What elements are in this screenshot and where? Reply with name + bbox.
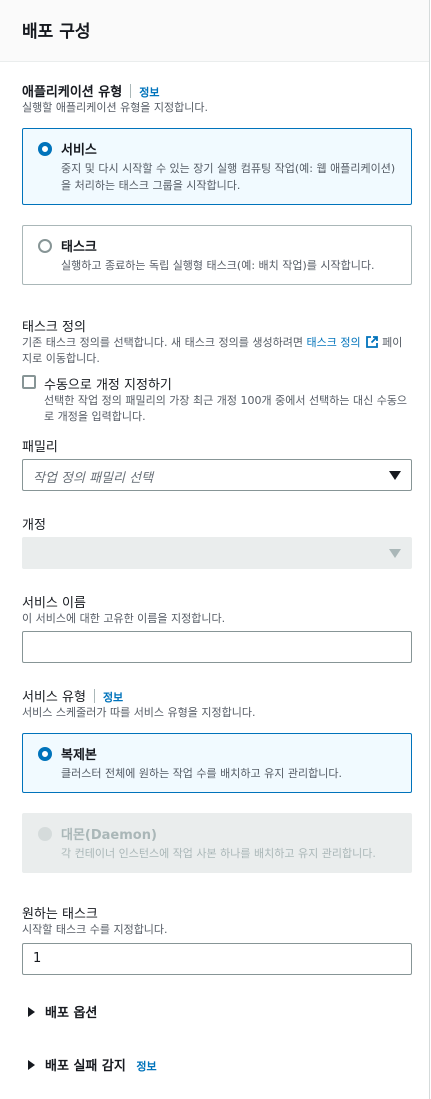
failure-detection-label: 배포 실패 감지: [45, 1059, 126, 1074]
service-type-label: 서비스 유형: [22, 690, 86, 705]
desired-tasks-input[interactable]: 1: [22, 943, 412, 975]
option-description: 중지 및 다시 시작할 수 있는 장기 실행 컴퓨팅 작업(예: 웹 애플리케이…: [61, 162, 396, 192]
deployment-config-panel: 배포 구성 애플리케이션 유형 정보 실행할 애플리케이션 유형을 지정합니다. …: [0, 0, 430, 1099]
app-type-option-service[interactable]: 서비스 중지 및 다시 시작할 수 있는 장기 실행 컴퓨팅 작업(예: 웹 애…: [22, 128, 412, 205]
service-type-info-link[interactable]: 정보: [103, 691, 123, 704]
divider: [130, 84, 132, 98]
desired-tasks-description: 시작할 태스크 수를 지정합니다.: [22, 923, 168, 936]
app-type-option-task[interactable]: 태스크 실행하고 종료하는 독립 실행형 태스크(예: 배치 작업)를 시작합니…: [22, 225, 412, 285]
service-type-label-row: 서비스 유형 정보: [22, 686, 123, 705]
family-select[interactable]: 작업 정의 패밀리 선택: [22, 459, 412, 491]
option-title: 태스크: [61, 240, 97, 255]
task-def-desc-before: 기존 태스크 정의를 선택합니다. 새 태스크 정의를 생성하려면: [22, 336, 307, 349]
service-name-description: 이 서비스에 대한 고유한 이름을 지정합니다.: [22, 612, 226, 625]
manual-revision-description: 선택한 작업 정의 패밀리의 가장 최근 개정 100개 중에서 선택하는 대신…: [44, 394, 408, 423]
service-name-input[interactable]: [22, 631, 412, 663]
service-type-option-replica[interactable]: 복제본 클러스터 전체에 원하는 작업 수를 배치하고 유지 관리합니다.: [22, 733, 412, 793]
service-type-option-daemon: 대몬(Daemon) 각 컨테이너 인스턴스에 작업 사본 하나를 배치하고 유…: [22, 813, 412, 873]
task-def-label: 태스크 정의: [22, 320, 86, 335]
daemon-radio: [38, 827, 52, 841]
app-type-info-link[interactable]: 정보: [139, 86, 159, 99]
app-type-description: 실행할 애플리케이션 유형을 지정합니다.: [22, 101, 209, 114]
family-select-placeholder: 작업 정의 패밀리 선택: [33, 471, 154, 486]
desired-tasks-label: 원하는 태스크: [22, 907, 98, 922]
caret-right-icon: [28, 1060, 35, 1070]
failure-detection-expander[interactable]: 배포 실패 감지 정보: [28, 1055, 157, 1074]
option-description: 각 컨테이너 인스턴스에 작업 사본 하나를 배치하고 유지 관리합니다.: [61, 847, 376, 860]
service-type-description: 서비스 스케줄러가 따를 서비스 유형을 지정합니다.: [22, 706, 256, 719]
family-label: 패밀리: [22, 440, 58, 455]
task-def-description: 기존 태스크 정의를 선택합니다. 새 태스크 정의를 생성하려면 태스크 정의…: [22, 335, 412, 367]
app-type-label-row: 애플리케이션 유형 정보: [22, 81, 159, 100]
replica-radio[interactable]: [38, 747, 52, 761]
manual-revision-label[interactable]: 수동으로 개정 지정하기: [44, 374, 172, 393]
app-type-label: 애플리케이션 유형: [22, 85, 123, 100]
option-title: 서비스: [61, 143, 97, 158]
external-link-icon[interactable]: [365, 335, 379, 349]
revision-label: 개정: [22, 518, 46, 533]
option-description: 클러스터 전체에 원하는 작업 수를 배치하고 유지 관리합니다.: [61, 767, 342, 780]
option-title: 대몬(Daemon): [61, 828, 157, 843]
service-name-label: 서비스 이름: [22, 596, 86, 611]
panel-title: 배포 구성: [22, 22, 91, 42]
caret-down-icon: [389, 549, 401, 558]
deploy-options-expander[interactable]: 배포 옵션: [28, 1002, 97, 1021]
task-def-link[interactable]: 태스크 정의: [306, 336, 360, 349]
manual-revision-checkbox[interactable]: [22, 375, 36, 389]
caret-down-icon: [389, 471, 401, 480]
service-radio[interactable]: [38, 142, 52, 156]
option-title: 복제본: [61, 748, 97, 763]
option-description: 실행하고 종료하는 독립 실행형 태스크(예: 배치 작업)를 시작합니다.: [61, 259, 375, 272]
caret-right-icon: [28, 1007, 35, 1017]
deploy-options-label: 배포 옵션: [45, 1006, 98, 1021]
failure-detection-info-link[interactable]: 정보: [136, 1060, 156, 1073]
divider: [93, 689, 95, 703]
revision-select: [22, 537, 412, 569]
task-radio[interactable]: [38, 239, 52, 253]
panel-header: 배포 구성: [0, 0, 429, 62]
